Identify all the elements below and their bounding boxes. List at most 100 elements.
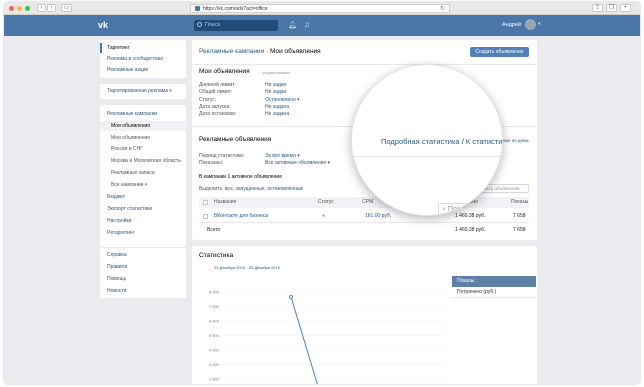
period-label: Период статистики: [199,153,245,159]
nav-sub-all-campaigns-label: Все кампании [111,182,144,188]
row-checkbox[interactable] [203,214,208,219]
back-icon[interactable]: ‹ [37,4,46,12]
start-date-value[interactable]: Не задана [265,104,289,110]
nav-item-retargeting[interactable]: Ретаргетинг [100,228,186,238]
col-cpm[interactable]: CPM [362,197,373,208]
magnified-filter-text: Пока [447,206,464,213]
daily-stats-magnified-link[interactable]: К статистике [466,137,502,146]
legend-spent[interactable]: Потрачено (руб.) [452,287,536,298]
chevron-down-icon: ▾ [297,97,300,103]
nav-item-help[interactable]: Справка [100,250,186,260]
nav-item-promo[interactable]: Рекламные акции [100,65,186,75]
browser-window: ‹ › ▭ https://vk.com/ads?act=office ↻ ⇪ … [4,2,640,384]
search-placeholder: Поиск [205,22,221,28]
nav-item-campaigns[interactable]: Рекламные кампании [100,109,186,119]
nav-sub-my-ads[interactable]: Мои объявления [100,133,186,143]
nav-item-export[interactable]: Экспорт статистики [100,204,186,214]
status-value[interactable]: Остановлено ▾ [265,97,300,103]
vk-header: vk Поиск 🔔︎ ♫ Андрей ▾ [4,15,640,36]
show-select-value: Все активные объявления [265,160,327,166]
search-icon: ⌕ [442,206,446,213]
reload-icon[interactable]: ↻ [440,5,445,12]
nav-sub-all-campaigns[interactable]: Все кампании ▾ [100,180,186,190]
search-icon [197,22,202,27]
campaign-summary: В кампании 1 активное объявление [199,174,282,180]
status-value-text: Остановлено [265,97,296,103]
nav-item-targeted-ads[interactable]: Таргетированная реклама ▾ [100,86,186,96]
nav-group-help: Справка Правила Помощь Новости [100,248,186,298]
magnified-filter-input[interactable]: ⌕ Пока [438,203,502,215]
nav-sub-moscow[interactable]: Москва и Московская область [100,156,186,166]
select-running-link[interactable]: запущенные [236,186,265,192]
nav-sub-my-ads-active[interactable]: Мои объявления [100,121,186,131]
minimize-window-button[interactable] [17,6,22,11]
ads-section-title: Рекламные объявления [199,136,272,143]
create-ad-button[interactable]: Создать объявление [470,47,529,57]
select-stopped-link[interactable]: остановленные [267,186,303,192]
chart-date-range[interactable]: 23 Декабря 2016 - 25 Декабря 2016 [214,265,280,270]
nav-sub-russia-cis[interactable]: Россия и СНГ [100,144,186,154]
avatar[interactable] [525,19,536,30]
share-icon[interactable]: ⇪ [592,4,603,12]
ad-cpm[interactable]: 161.00 руб. [365,210,391,222]
campaign-title: Мои объявления [199,68,250,75]
edit-campaign-link[interactable]: редактировать [263,70,290,75]
select-all-checkbox[interactable] [203,200,208,205]
status-dot-icon[interactable]: ● [322,210,325,222]
total-limit-value[interactable]: Не задан [265,89,286,95]
breadcrumb-root[interactable]: Рекламные кампании [199,48,264,55]
maximize-window-button[interactable] [25,6,30,11]
nav-item-rules[interactable]: Правила [100,262,186,272]
nav-group-campaigns: Рекламные кампании Мои объявления Мои об… [100,105,186,247]
user-name[interactable]: Андрей [502,22,521,28]
nav-item-community-ads[interactable]: Реклама в сообществах [100,54,186,64]
period-select[interactable]: За всё время ▾ [265,153,300,159]
nav-item-targeted-ads-label: Таргетированная реклама [107,88,168,94]
divider [192,64,537,65]
total-limit-label: Общий лимит: [199,89,233,95]
stop-date-label: Дата остановки: [199,111,237,117]
search-input[interactable]: Поиск [194,20,278,31]
nav-group-ads-type: Таргетинг Реклама в сообществах Рекламны… [100,40,186,78]
close-window-button[interactable] [9,6,14,11]
legend-views[interactable]: Показы [452,276,536,287]
sidebar-toggle-icon[interactable]: ▭ [61,4,72,12]
col-status[interactable]: Статус [318,197,334,208]
address-url: https://vk.com/ads?act=office [203,6,268,12]
ad-name-link[interactable]: ВКонтакте для бизнеса [214,210,268,222]
magnified-stats-links: Подробная статистика / К статистике [381,137,502,146]
address-bar[interactable]: https://vk.com/ads?act=office ↻ [190,4,450,13]
nav-item-targeting[interactable]: Таргетинг [100,43,186,53]
lock-icon [195,6,200,11]
vk-logo[interactable]: vk [98,20,112,30]
col-name[interactable]: Название [214,197,236,208]
col-views[interactable]: Показы [511,197,528,208]
y-tick-label: 5 000 [209,333,220,338]
nav-item-settings[interactable]: Настройки [100,216,186,226]
show-select[interactable]: Все активные объявления ▾ [265,160,330,166]
nav-item-support[interactable]: Помощь [100,274,186,284]
bell-icon[interactable]: 🔔︎ [288,21,297,29]
nav-item-news[interactable]: Новости [100,286,186,296]
page-title: Мои объявления [270,48,321,55]
new-tab-icon[interactable]: + [620,4,631,12]
chevron-down-icon: ▾ [327,160,331,166]
total-spent: 1 460.38 руб. [455,227,486,233]
y-tick-label: 7 000 [209,304,220,309]
select-bar: Выделить: все, запущенные, остановленные [199,186,304,192]
daily-limit-value[interactable]: Не задан [265,82,286,88]
music-icon[interactable]: ♫ [304,20,310,29]
stop-date-value[interactable]: Не задана [265,111,289,117]
chevron-down-icon[interactable]: ▾ [538,21,541,27]
breadcrumb: Рекламные кампании › Мои объявления [199,48,321,55]
data-point[interactable] [289,294,294,299]
select-all-link[interactable]: все [225,186,233,192]
nav-item-budget[interactable]: Бюджет [100,192,186,202]
nav-sub-ad-posts[interactable]: Рекламные записи [100,168,186,178]
forward-icon[interactable]: › [47,4,56,12]
start-date-label: Дата запуска: [199,104,231,110]
browser-titlebar: ‹ › ▭ https://vk.com/ads?act=office ↻ ⇪ … [4,2,640,15]
y-tick-label: 3 000 [209,362,220,367]
detailed-stats-link[interactable]: Подробная статистика [381,137,460,146]
tabs-icon[interactable]: ❐ [606,4,617,12]
